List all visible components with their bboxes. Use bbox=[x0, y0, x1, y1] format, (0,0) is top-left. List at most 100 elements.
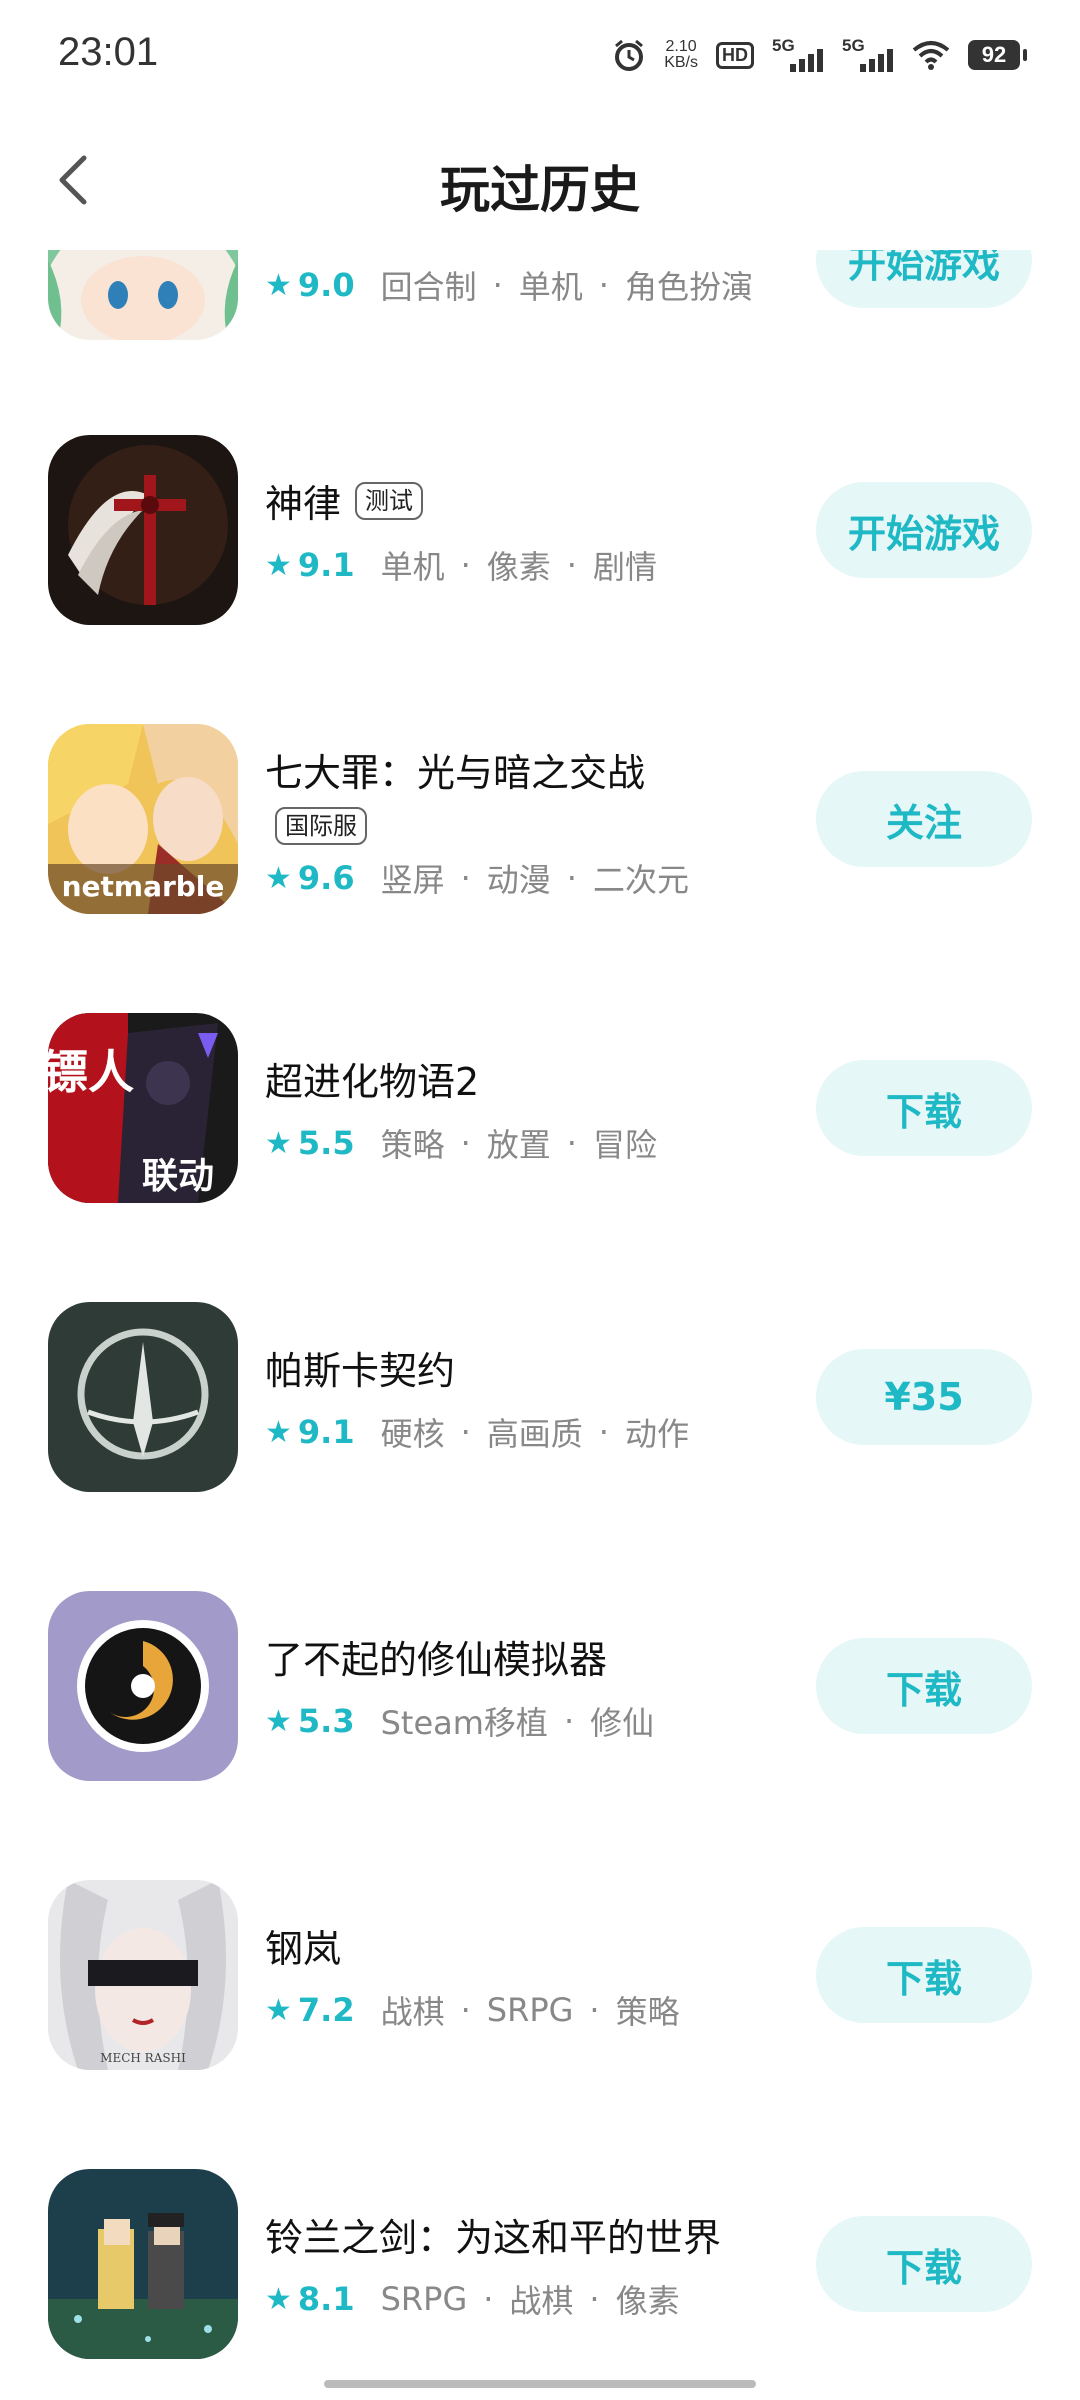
game-title: 神律 bbox=[265, 482, 342, 526]
list-item[interactable]: MECH RASHI 钢岚 ★ 7.2 战棋 · SRPG · 策略 下载 bbox=[0, 1880, 1080, 2080]
separator-dot: · bbox=[460, 1991, 471, 2029]
game-icon[interactable] bbox=[48, 1302, 238, 1492]
status-bar: 23:01 2.10 KB/s HD 5G 5G 92 bbox=[0, 0, 1080, 110]
star-icon: ★ bbox=[265, 860, 292, 896]
star-icon: ★ bbox=[265, 1125, 292, 1161]
icon-label-2: 联动 bbox=[142, 1156, 214, 1197]
separator-dot: · bbox=[460, 859, 471, 897]
separator-dot: · bbox=[598, 1413, 609, 1451]
list-item[interactable]: 镖人 联动 超进化物语2 ★ 5.5 策略 · 放置 · 冒险 下载 bbox=[0, 1013, 1080, 1213]
rating: 5.3 bbox=[297, 1702, 355, 1740]
tag: 战棋 bbox=[509, 2282, 574, 2320]
game-icon[interactable] bbox=[48, 1591, 238, 1781]
tag: 高画质 bbox=[486, 1415, 583, 1453]
tag: SRPG bbox=[486, 1991, 574, 2029]
tag: 竖屏 bbox=[380, 861, 445, 899]
game-title: 帕斯卡契约 bbox=[265, 1349, 456, 1393]
tag: 回合制 bbox=[380, 268, 477, 306]
alarm-icon bbox=[615, 39, 644, 71]
tag: 策略 bbox=[615, 1993, 680, 2031]
tag: Steam移植 bbox=[380, 1704, 548, 1742]
separator-dot: · bbox=[460, 1124, 471, 1162]
star-icon: ★ bbox=[265, 267, 292, 303]
separator-dot: · bbox=[598, 266, 609, 304]
icon-label: MECH RASHI bbox=[100, 2051, 186, 2065]
network-speed: 2.10 KB/s bbox=[664, 38, 698, 71]
icon-label: netmarble bbox=[62, 870, 225, 903]
game-icon[interactable] bbox=[48, 250, 238, 340]
star-icon: ★ bbox=[265, 1414, 292, 1450]
tag: 放置 bbox=[486, 1126, 551, 1164]
separator-dot: · bbox=[460, 1413, 471, 1451]
start-game-button[interactable]: 开始游戏 bbox=[816, 250, 1032, 308]
game-icon[interactable]: MECH RASHI bbox=[48, 1880, 238, 2070]
download-button[interactable]: 下载 bbox=[816, 1638, 1032, 1734]
separator-dot: · bbox=[566, 859, 577, 897]
rating: 9.6 bbox=[297, 859, 355, 897]
game-title: 了不起的修仙模拟器 bbox=[265, 1638, 608, 1682]
header: 玩过历史 bbox=[0, 110, 1080, 250]
rating: 5.5 bbox=[297, 1124, 355, 1162]
separator-dot: · bbox=[589, 2280, 600, 2318]
status-time: 23:01 bbox=[58, 30, 159, 74]
tag: 战棋 bbox=[380, 1993, 445, 2031]
separator-dot: · bbox=[460, 546, 471, 584]
game-icon[interactable]: netmarble bbox=[48, 724, 238, 914]
list-item[interactable]: 了不起的修仙模拟器 ★ 5.3 Steam移植 · 修仙 下载 bbox=[0, 1591, 1080, 1791]
separator-dot: · bbox=[589, 1991, 600, 2029]
list-item[interactable]: 铃兰之剑：为这和平的世界 ★ 8.1 SRPG · 战棋 · 像素 下载 bbox=[0, 2169, 1080, 2360]
separator-dot: · bbox=[492, 266, 503, 304]
tag: SRPG bbox=[380, 2280, 468, 2318]
history-list[interactable]: ★ 9.0 回合制 · 单机 · 角色扮演 开始游戏 神律 测试 ★ 9.1 单… bbox=[0, 250, 1080, 2360]
price-button[interactable]: ¥35 bbox=[816, 1349, 1032, 1445]
game-icon[interactable]: 镖人 联动 bbox=[48, 1013, 238, 1203]
star-icon: ★ bbox=[265, 547, 292, 583]
rating: 8.1 bbox=[297, 2280, 355, 2318]
separator-dot: · bbox=[483, 2280, 494, 2318]
rating: 9.0 bbox=[297, 266, 355, 304]
tag: 单机 bbox=[518, 268, 583, 306]
separator-dot: · bbox=[566, 546, 577, 584]
list-item[interactable]: netmarble 七大罪：光与暗之交战 国际服 ★ 9.6 竖屏 · 动漫 ·… bbox=[0, 724, 1080, 924]
icon-label: 镖人 bbox=[48, 1045, 134, 1099]
version-badge: 测试 bbox=[355, 481, 424, 520]
rating: 9.1 bbox=[297, 546, 355, 584]
game-icon[interactable] bbox=[48, 2169, 238, 2359]
tag: 单机 bbox=[380, 548, 445, 586]
page-title: 玩过历史 bbox=[440, 161, 640, 219]
wifi-icon bbox=[912, 41, 950, 70]
list-item[interactable]: 神律 测试 ★ 9.1 单机 · 像素 · 剧情 开始游戏 bbox=[0, 435, 1080, 635]
game-title: 超进化物语2 bbox=[265, 1060, 480, 1104]
home-indicator[interactable] bbox=[324, 2380, 756, 2388]
download-button[interactable]: 下载 bbox=[816, 1060, 1032, 1156]
game-icon[interactable] bbox=[48, 435, 238, 625]
game-title: 铃兰之剑：为这和平的世界 bbox=[265, 2216, 722, 2260]
separator-dot: · bbox=[566, 1124, 577, 1162]
star-icon: ★ bbox=[265, 2281, 292, 2317]
separator-dot: · bbox=[563, 1702, 575, 1740]
start-game-button[interactable]: 开始游戏 bbox=[816, 482, 1032, 578]
star-icon: ★ bbox=[265, 1992, 292, 2028]
tag: 剧情 bbox=[592, 548, 657, 586]
tag: 策略 bbox=[380, 1126, 445, 1164]
status-icons: 2.10 KB/s HD 5G 5G 92 bbox=[612, 30, 1027, 80]
version-badge: 国际服 bbox=[275, 807, 367, 845]
tag: 二次元 bbox=[592, 861, 689, 899]
tag: 角色扮演 bbox=[624, 268, 753, 306]
tag: 硬核 bbox=[380, 1415, 445, 1453]
list-item[interactable]: ★ 9.0 回合制 · 单机 · 角色扮演 开始游戏 bbox=[0, 250, 1080, 350]
tag: 像素 bbox=[615, 2282, 680, 2320]
list-item[interactable]: 帕斯卡契约 ★ 9.1 硬核 · 高画质 · 动作 ¥35 bbox=[0, 1302, 1080, 1502]
tag: 动作 bbox=[624, 1415, 689, 1453]
signal-5g-icon-1: 5G bbox=[772, 36, 824, 72]
battery-indicator: 92 bbox=[968, 40, 1027, 70]
game-title: 七大罪：光与暗之交战 bbox=[265, 751, 646, 795]
follow-button[interactable]: 关注 bbox=[816, 771, 1032, 867]
tag: 像素 bbox=[486, 548, 551, 586]
tag: 修仙 bbox=[590, 1704, 655, 1742]
star-icon: ★ bbox=[265, 1703, 292, 1739]
tag: 冒险 bbox=[592, 1126, 657, 1164]
download-button[interactable]: 下载 bbox=[816, 1927, 1032, 2023]
game-title: 钢岚 bbox=[265, 1927, 342, 1971]
download-button[interactable]: 下载 bbox=[816, 2216, 1032, 2312]
